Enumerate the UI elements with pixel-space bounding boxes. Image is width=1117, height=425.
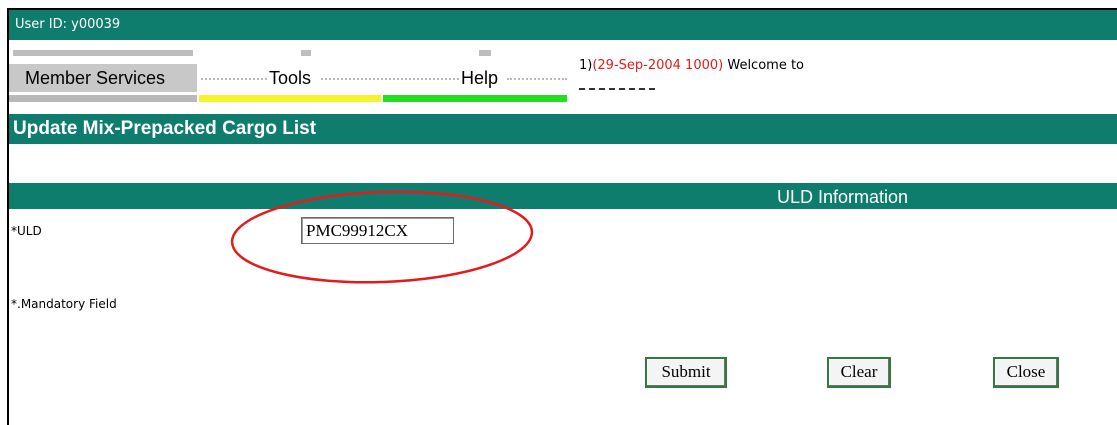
user-id-bar: User ID: y00039 (9, 10, 1117, 40)
app-frame: User ID: y00039 Member Services Tools He… (7, 8, 1117, 425)
uld-field-label: *ULD (11, 224, 42, 238)
menu-indicator-gray (9, 95, 197, 102)
submit-button[interactable]: Submit (645, 357, 727, 388)
page-title-bar: Update Mix-Prepacked Cargo List (9, 114, 1117, 144)
news-index: 1) (579, 58, 593, 73)
main-menu: Member Services Tools Help (9, 40, 569, 114)
menu-divider (13, 50, 193, 56)
menu-divider (479, 50, 491, 56)
close-button[interactable]: Close (993, 357, 1059, 388)
news-date: (29-Sep-2004 1000) (592, 58, 724, 73)
menu-item-member-services[interactable]: Member Services (9, 64, 197, 92)
menu-indicator-yellow (199, 95, 381, 102)
news-text: Welcome to (723, 58, 804, 73)
news-ticker-line (579, 88, 655, 94)
clear-button[interactable]: Clear (827, 357, 891, 388)
mandatory-note: *.Mandatory Field (11, 297, 117, 311)
section-header-bar: ULD Information (9, 183, 1117, 209)
user-id-label: User ID: y00039 (15, 17, 121, 32)
section-title: ULD Information (777, 187, 909, 207)
highlight-ellipse (230, 190, 534, 284)
page-title: Update Mix-Prepacked Cargo List (13, 118, 317, 139)
menu-indicator-green (383, 95, 567, 102)
menu-divider (321, 78, 459, 80)
menu-divider (507, 78, 567, 80)
menu-item-help[interactable]: Help (461, 64, 498, 92)
news-ticker[interactable]: 1)(29-Sep-2004 1000) Welcome to (579, 58, 804, 73)
menu-divider (301, 50, 311, 56)
menu-divider (201, 78, 267, 80)
menu-item-tools[interactable]: Tools (269, 64, 311, 92)
